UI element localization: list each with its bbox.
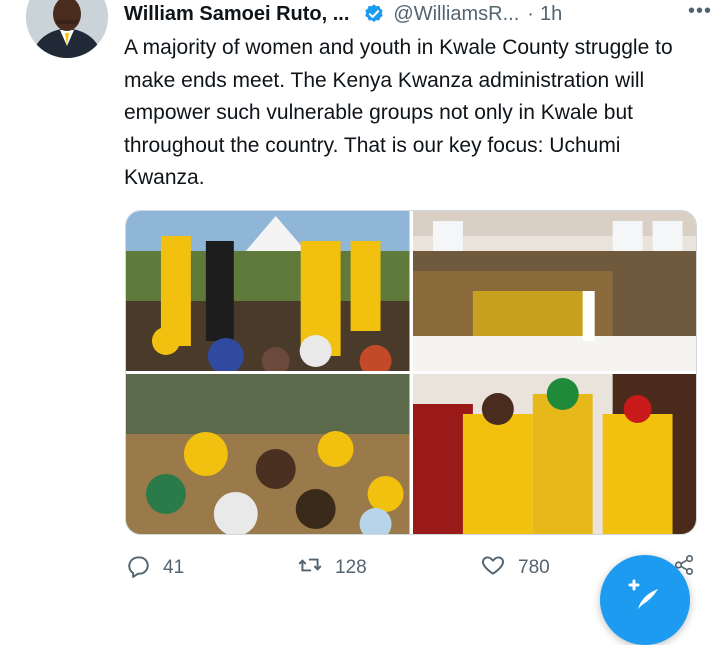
tweet-timestamp[interactable]: 1h <box>540 3 562 26</box>
like-icon <box>480 552 506 584</box>
verified-icon <box>363 3 385 25</box>
photo-seated-leader[interactable] <box>412 374 696 534</box>
compose-tweet-button[interactable] <box>600 555 690 645</box>
tweet-text: A majority of women and youth in Kwale C… <box>124 36 673 189</box>
retweet-icon <box>297 552 323 584</box>
reply-icon <box>125 552 151 584</box>
tweet-header: William Samoei Ruto, ... @WilliamsR... ·… <box>124 2 700 26</box>
tweet-media-grid <box>125 210 697 535</box>
reply-count: 41 <box>163 557 185 578</box>
separator-dot: · <box>527 2 534 25</box>
compose-icon <box>624 575 664 622</box>
author-handle[interactable]: @WilliamsR... <box>393 3 519 26</box>
photo-hall-crowd[interactable] <box>412 211 696 371</box>
author-name[interactable]: William Samoei Ruto, ... <box>124 3 349 26</box>
author-avatar[interactable] <box>26 0 108 58</box>
photo-rally-women[interactable] <box>126 211 410 371</box>
retweet-button[interactable]: 128 <box>297 552 367 584</box>
like-button[interactable]: 780 <box>480 552 550 584</box>
like-count: 780 <box>518 557 550 578</box>
photo-outdoor-crowd[interactable] <box>126 374 410 534</box>
tweet-actions: 41 128 780 <box>125 552 694 584</box>
retweet-count: 128 <box>335 557 367 578</box>
reply-button[interactable]: 41 <box>125 552 184 584</box>
more-icon[interactable]: ••• <box>688 0 712 23</box>
